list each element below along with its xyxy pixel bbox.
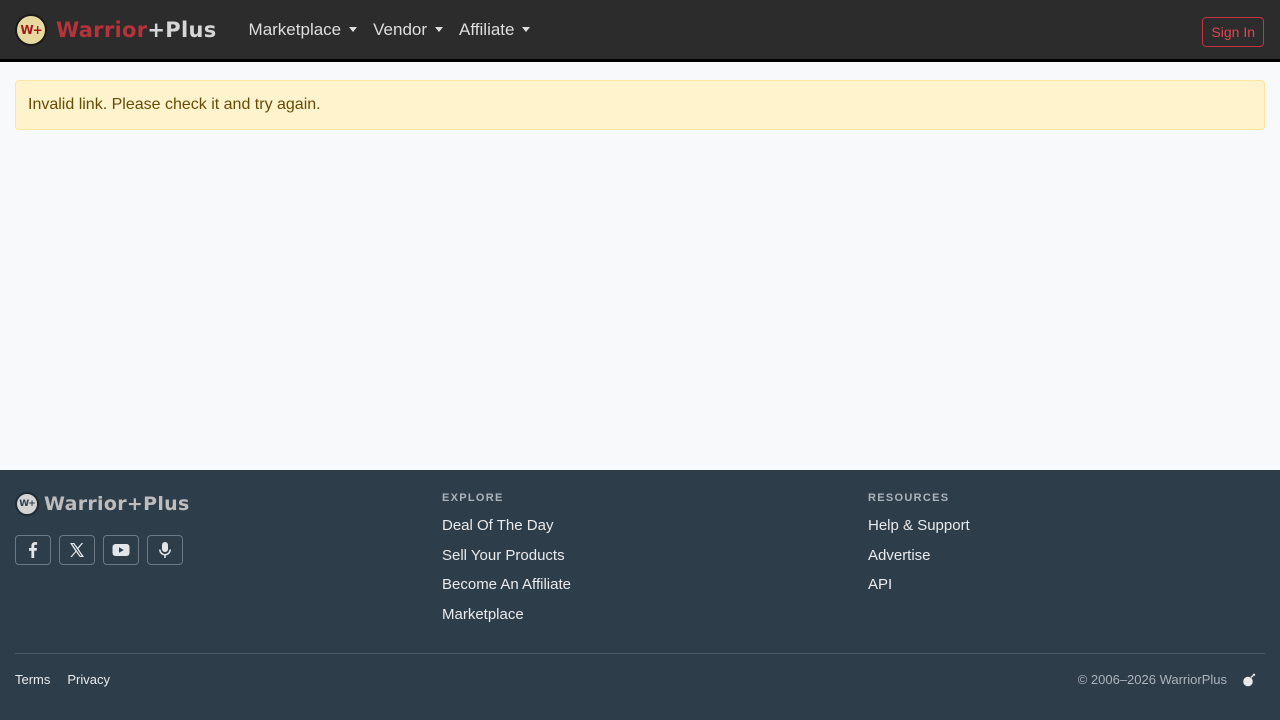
footer-brand-wordmark: Warrior+Plus — [44, 493, 190, 515]
footer-link-advertise[interactable]: Advertise — [868, 547, 970, 577]
top-navbar: W+ Warrior+Plus Marketplace Vendor Affil… — [0, 0, 1280, 62]
footer-link-become-an-affiliate[interactable]: Become An Affiliate — [442, 576, 571, 606]
youtube-icon — [112, 544, 130, 556]
alert-message: Invalid link. Please check it and try ag… — [28, 96, 321, 113]
footer-link-marketplace[interactable]: Marketplace — [442, 606, 571, 636]
footer-link-terms[interactable]: Terms — [15, 672, 50, 687]
site-footer: W+ Warrior+Plus EXPLORE Deal Of The Day … — [0, 470, 1280, 720]
caret-down-icon — [435, 27, 444, 32]
footer-divider — [15, 653, 1265, 654]
nav-affiliate-label: Affiliate — [459, 19, 515, 39]
footer-legal-links: Terms Privacy — [15, 672, 110, 687]
nav-vendor-label: Vendor — [373, 19, 428, 39]
footer-link-deal-of-the-day[interactable]: Deal Of The Day — [442, 517, 571, 547]
caret-down-icon — [349, 27, 358, 32]
brand-logo-link[interactable]: W+ Warrior+Plus — [15, 13, 217, 46]
copyright-text: © 2006–2026 WarriorPlus — [1077, 672, 1227, 687]
nav-menu: Marketplace Vendor Affiliate — [241, 20, 539, 40]
social-links — [15, 535, 183, 565]
footer-link-help-support[interactable]: Help & Support — [868, 517, 970, 547]
brand-badge-icon: W+ — [15, 13, 47, 46]
bomb-icon[interactable] — [1242, 673, 1256, 687]
footer-link-privacy[interactable]: Privacy — [67, 672, 110, 687]
sign-in-button[interactable]: Sign In — [1202, 17, 1264, 47]
footer-explore-heading: EXPLORE — [442, 492, 504, 504]
nav-vendor-dropdown[interactable]: Vendor — [365, 20, 451, 40]
footer-explore-column: EXPLORE Deal Of The Day Sell Your Produc… — [442, 492, 571, 635]
youtube-button[interactable] — [103, 535, 139, 565]
x-twitter-button[interactable] — [59, 535, 95, 565]
invalid-link-alert: Invalid link. Please check it and try ag… — [15, 80, 1265, 130]
facebook-icon — [29, 542, 38, 558]
nav-marketplace-label: Marketplace — [248, 19, 342, 39]
footer-resources-column: RESOURCES Help & Support Advertise API — [868, 492, 970, 606]
brand-wordmark-part2: +Plus — [147, 17, 217, 42]
footer-brand-logo[interactable]: W+ Warrior+Plus — [15, 492, 190, 516]
footer-resources-heading: RESOURCES — [868, 492, 950, 504]
footer-link-sell-your-products[interactable]: Sell Your Products — [442, 547, 571, 577]
podcast-button[interactable] — [147, 535, 183, 565]
x-twitter-icon — [70, 543, 84, 557]
caret-down-icon — [522, 27, 531, 32]
microphone-icon — [159, 542, 171, 558]
footer-brand-part1: Warrior — [44, 493, 127, 515]
footer-brand-part2: +Plus — [126, 493, 190, 515]
facebook-button[interactable] — [15, 535, 51, 565]
footer-link-api[interactable]: API — [868, 576, 970, 606]
brand-wordmark-part1: Warrior — [56, 17, 148, 42]
footer-brand-badge-icon: W+ — [15, 492, 39, 516]
nav-affiliate-dropdown[interactable]: Affiliate — [451, 20, 538, 40]
brand-wordmark: Warrior+Plus — [56, 18, 217, 42]
nav-marketplace-dropdown[interactable]: Marketplace — [241, 20, 366, 40]
